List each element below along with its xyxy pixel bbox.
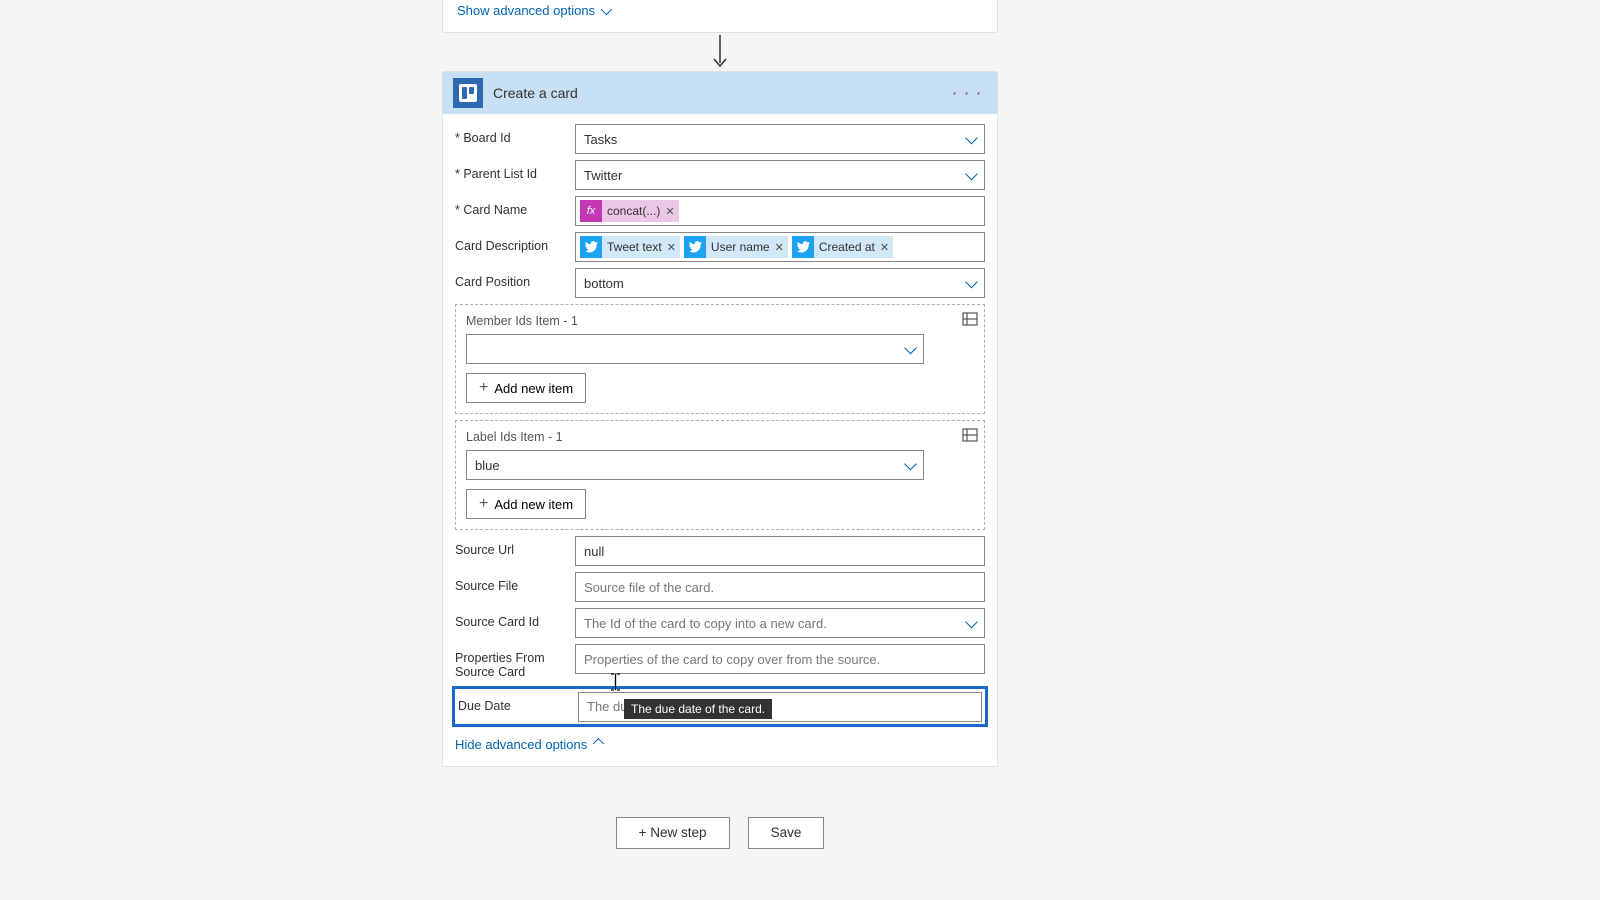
- parent-list-id-select[interactable]: [575, 160, 985, 190]
- label-ids-group: Label Ids Item - 1 + Add new item: [455, 420, 985, 530]
- token-remove-icon[interactable]: ✕: [880, 241, 889, 254]
- card-description-label: Card Description: [455, 232, 575, 253]
- props-from-source-label: Properties From Source Card: [455, 644, 575, 680]
- token-remove-icon[interactable]: ✕: [775, 241, 784, 254]
- card-description-input[interactable]: Tweet text ✕ User name ✕: [575, 232, 985, 262]
- member-ids-group: Member Ids Item - 1 + Add new item: [455, 304, 985, 414]
- action-menu-button[interactable]: · · ·: [949, 82, 987, 105]
- create-card-action: Create a card · · · Board Id Parent List…: [442, 71, 998, 767]
- show-advanced-label: Show advanced options: [457, 3, 595, 18]
- add-item-label: Add new item: [494, 497, 573, 512]
- twitter-icon: [684, 236, 706, 258]
- plus-icon: +: [479, 496, 488, 512]
- token-tweet-text[interactable]: Tweet text ✕: [580, 236, 680, 258]
- source-file-input[interactable]: [575, 572, 985, 602]
- save-button[interactable]: Save: [748, 817, 825, 849]
- board-id-select[interactable]: [575, 124, 985, 154]
- action-header[interactable]: Create a card · · ·: [443, 72, 997, 114]
- trello-icon: [453, 78, 483, 108]
- board-id-label: Board Id: [455, 124, 575, 145]
- token-remove-icon[interactable]: ✕: [665, 205, 674, 218]
- card-position-label: Card Position: [455, 268, 575, 289]
- chevron-down-icon: [601, 3, 609, 18]
- label-ids-add-button[interactable]: + Add new item: [466, 489, 586, 519]
- source-card-id-select[interactable]: [575, 608, 985, 638]
- member-ids-add-button[interactable]: + Add new item: [466, 373, 586, 403]
- token-label: concat(...): [607, 204, 660, 218]
- twitter-icon: [792, 236, 814, 258]
- card-name-input[interactable]: fx concat(...) ✕: [575, 196, 985, 226]
- label-ids-select[interactable]: [466, 450, 924, 480]
- plus-icon: +: [479, 380, 488, 396]
- token-user-name[interactable]: User name ✕: [684, 236, 788, 258]
- action-title: Create a card: [493, 85, 939, 101]
- hide-advanced-link[interactable]: Hide advanced options: [455, 735, 601, 754]
- token-label: Created at: [819, 240, 875, 254]
- parent-list-id-label: Parent List Id: [455, 160, 575, 181]
- due-date-tooltip: The due date of the card.: [624, 699, 772, 719]
- fx-icon: fx: [580, 200, 602, 222]
- token-label: User name: [711, 240, 770, 254]
- token-remove-icon[interactable]: ✕: [667, 241, 676, 254]
- add-item-label: Add new item: [494, 381, 573, 396]
- source-url-label: Source Url: [455, 536, 575, 557]
- hide-advanced-label: Hide advanced options: [455, 737, 587, 752]
- flow-arrow-icon: [442, 33, 998, 71]
- source-url-input[interactable]: [575, 536, 985, 566]
- previous-action-card: Show advanced options: [442, 0, 998, 33]
- switch-array-icon[interactable]: [962, 427, 978, 446]
- source-file-label: Source File: [455, 572, 575, 593]
- twitter-icon: [580, 236, 602, 258]
- label-ids-label: Label Ids Item - 1: [466, 430, 974, 444]
- token-concat[interactable]: fx concat(...) ✕: [580, 200, 679, 222]
- card-name-label: Card Name: [455, 196, 575, 217]
- show-advanced-link[interactable]: Show advanced options: [457, 1, 609, 20]
- source-card-id-label: Source Card Id: [455, 608, 575, 629]
- new-step-button[interactable]: + New step: [616, 817, 730, 849]
- member-ids-select[interactable]: [466, 334, 924, 364]
- switch-array-icon[interactable]: [962, 311, 978, 330]
- member-ids-label: Member Ids Item - 1: [466, 314, 974, 328]
- token-created-at[interactable]: Created at ✕: [792, 236, 893, 258]
- chevron-up-icon: [593, 737, 601, 752]
- token-label: Tweet text: [607, 240, 662, 254]
- due-date-label: Due Date: [458, 692, 578, 713]
- props-from-source-input[interactable]: [575, 644, 985, 674]
- card-position-select[interactable]: [575, 268, 985, 298]
